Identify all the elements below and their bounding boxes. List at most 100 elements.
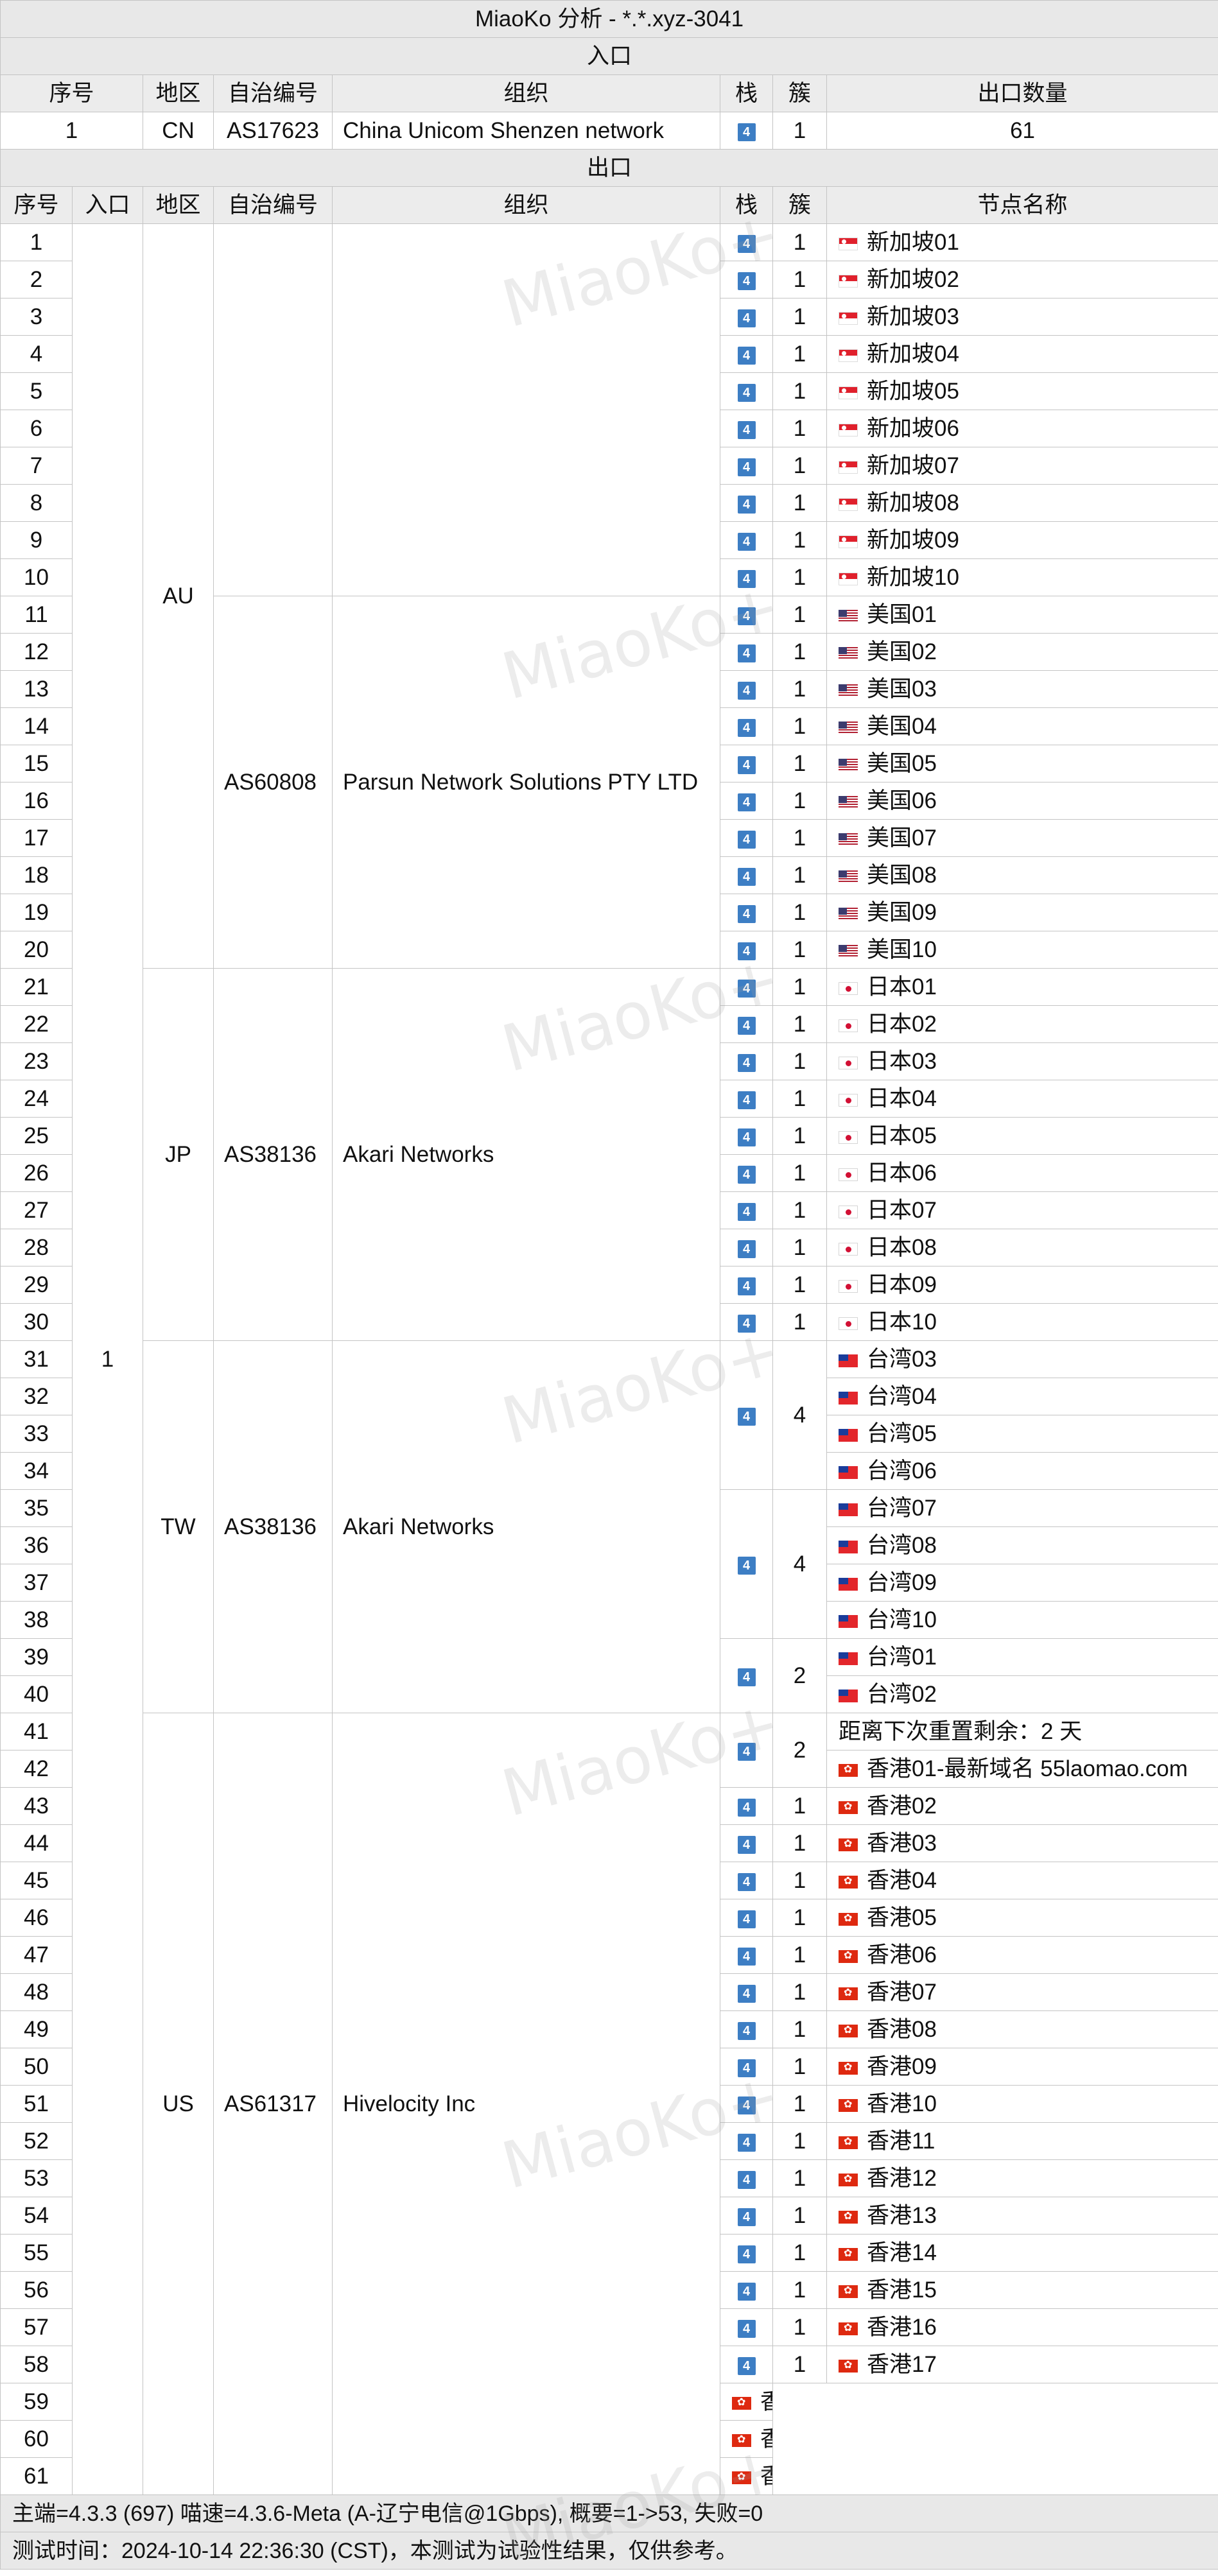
row-index: 57 [1,2309,73,2346]
node-name: 美国03 [867,677,937,702]
exit-stack: 4 [720,2011,773,2048]
flag-hk-icon [839,2062,858,2075]
node-name: 台湾06 [867,1458,937,1483]
exit-cluster: 1 [773,1080,827,1118]
row-index: 11 [1,596,73,634]
exit-asn: AS38136 [214,1341,333,1713]
node-name: 新加坡02 [867,267,959,292]
row-index: 7 [1,447,73,485]
node-name-cell: 香港14 [827,2235,1218,2272]
row-index: 9 [1,522,73,559]
node-name-cell: 日本08 [827,1229,1218,1266]
footer-time-row: 测试时间：2024-10-14 22:36:30 (CST)，本测试为试验性结果… [1,2532,1218,2570]
flag-us-icon [839,833,858,846]
ipv4-icon: 4 [738,1054,756,1072]
flag-us-icon [839,684,858,697]
flag-jp-icon [839,1094,858,1107]
ipv4-icon: 4 [738,1315,756,1333]
flag-hk-icon [839,1801,858,1814]
exit-cluster: 1 [773,1788,827,1825]
ipv4-icon: 4 [738,980,756,998]
entry-header-index: 序号 [1,75,143,112]
exit-cluster: 1 [773,1043,827,1080]
row-index: 10 [1,559,73,596]
row-index: 13 [1,671,73,708]
flag-jp-icon [839,1019,858,1032]
node-name: 香港07 [867,1980,937,2005]
row-index: 27 [1,1192,73,1229]
node-name-cell: 台湾04 [827,1378,1218,1415]
exit-stack: 4 [720,2272,773,2309]
row-index: 12 [1,634,73,671]
flag-tw-icon [839,1503,858,1516]
row-index: 48 [1,1974,73,2011]
row-index: 36 [1,1527,73,1564]
node-name: 台湾03 [867,1347,937,1372]
exit-stack: 4 [720,1043,773,1080]
row-index: 51 [1,2086,73,2123]
flag-hk-icon [839,2360,858,2373]
node-name-cell: 台湾05 [827,1415,1218,1453]
exit-cluster: 1 [773,2272,827,2309]
node-name: 台湾05 [867,1421,937,1446]
exit-cluster: 1 [773,708,827,745]
node-name-cell: 香港07 [827,1974,1218,2011]
flag-hk-icon [839,2322,858,2335]
exit-cluster: 2 [773,1713,827,1788]
node-name-cell: 日本03 [827,1043,1218,1080]
ipv4-icon: 4 [738,1799,756,1817]
exit-cluster: 1 [773,782,827,820]
exit-stack: 4 [720,1899,773,1937]
exit-section-label: 出口 [1,150,1218,187]
exit-cluster: 1 [773,336,827,373]
exit-cluster: 1 [773,1266,827,1304]
exit-stack: 4 [720,1192,773,1229]
row-index: 20 [1,931,73,969]
exit-entry: 1 [73,224,143,2495]
node-name: 美国09 [867,900,937,925]
row-index: 18 [1,857,73,894]
node-name: 日本01 [867,974,937,999]
node-name-cell: 日本06 [827,1155,1218,1192]
ipv4-icon: 4 [738,1408,756,1426]
flag-us-icon [839,647,858,660]
node-name: 台湾08 [867,1533,937,1558]
row-index: 23 [1,1043,73,1080]
flag-hk-icon [839,1764,858,1777]
node-name-cell: 新加坡03 [827,298,1218,336]
node-name-cell: 香港17 [827,2346,1218,2383]
exit-stack: 4 [720,336,773,373]
flag-tw-icon [839,1466,858,1479]
flag-hk-icon [839,1950,858,1963]
flag-us-icon [839,610,858,623]
row-index: 60 [1,2421,73,2458]
ipv4-icon: 4 [738,309,756,327]
exit-cluster: 1 [773,522,827,559]
ipv4-icon: 4 [738,2059,756,2077]
node-name: 日本10 [867,1310,937,1335]
exit-stack: 4 [720,298,773,336]
exit-stack: 4 [720,2160,773,2197]
ipv4-icon: 4 [738,831,756,849]
exit-stack: 4 [720,1304,773,1341]
node-name: 美国08 [867,863,937,888]
ipv4-icon: 4 [738,2320,756,2338]
ipv4-icon: 4 [738,756,756,774]
ipv4-icon: 4 [738,421,756,439]
row-index: 44 [1,1825,73,1862]
row-index: 59 [1,2383,73,2421]
flag-sg-icon [839,386,858,399]
exit-cluster: 1 [773,224,827,261]
entry-header-stack: 栈 [720,75,773,112]
ipv4-icon: 4 [738,384,756,402]
node-name-cell: 美国09 [827,894,1218,931]
flag-sg-icon [839,312,858,325]
flag-hk-icon [839,2285,858,2298]
node-name: 台湾10 [867,1607,937,1632]
entry-header-asn: 自治编号 [214,75,333,112]
exit-row: 31TWAS38136Akari Networks44台湾03 [1,1341,1218,1378]
row-index: 35 [1,1490,73,1527]
node-name: 距离下次重置剩余：2 天 [839,1719,1082,1744]
exit-cluster: 1 [773,2235,827,2272]
exit-cluster: 1 [773,373,827,410]
